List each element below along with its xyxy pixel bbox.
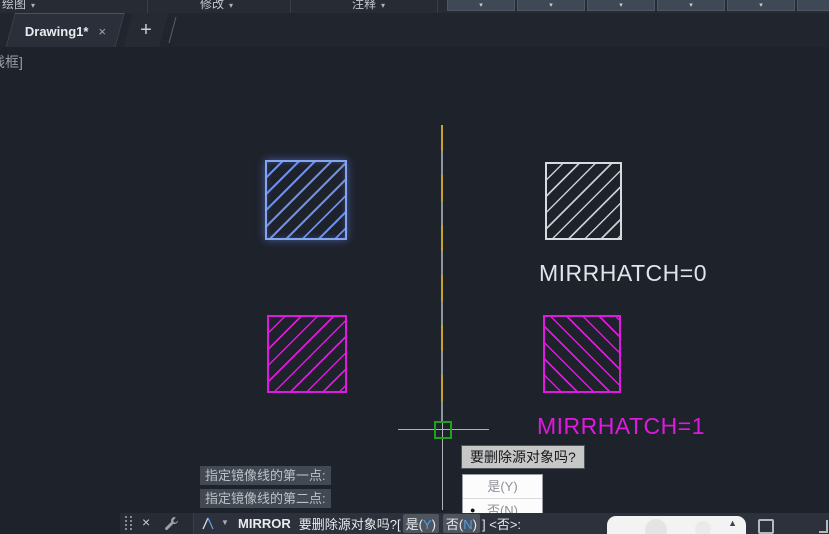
mirrhatch0-text[interactable]: MIRRHATCH=0 [539, 260, 707, 287]
chevron-down-icon: ▾ [479, 2, 483, 9]
keyword-yes-key: Y [423, 517, 432, 532]
tab-edge-decoration [169, 17, 177, 43]
ribbon-panel-annotate[interactable]: 注释 ▾ [352, 0, 385, 12]
hatch-square-source-top[interactable] [265, 160, 347, 240]
dynamic-input-icon[interactable] [200, 515, 217, 531]
close-icon[interactable]: × [142, 514, 150, 530]
dynamic-input-tooltip: 要删除源对象吗? [461, 445, 585, 469]
ribbon-gallery-button[interactable]: ▾ [727, 0, 795, 11]
chevron-down-icon: ▾ [381, 1, 385, 10]
expand-up-icon[interactable]: ▲ [728, 518, 737, 528]
chevron-down-icon: ▾ [759, 2, 763, 9]
hatch-square-mirrored-top[interactable] [545, 162, 622, 240]
recent-commands-caret-icon[interactable]: ▼ [221, 518, 229, 527]
keyword-yes-pre: 是( [406, 517, 423, 532]
ribbon-gallery-button[interactable]: ▾ [657, 0, 725, 11]
ribbon-gallery-button[interactable]: ▾ [447, 0, 515, 11]
ribbon-panel-modify[interactable]: 修改 ▾ [200, 0, 233, 12]
chevron-down-icon: ▾ [549, 2, 553, 9]
ribbon-panel-modify-label: 修改 [200, 0, 224, 11]
ribbon-divider [437, 0, 438, 13]
status-bar-partial-icon [819, 531, 828, 533]
tab-close-icon[interactable]: × [98, 24, 106, 39]
mirrhatch1-text[interactable]: MIRRHATCH=1 [537, 413, 705, 440]
chevron-down-icon: ▾ [31, 1, 35, 10]
dropdown-option-yes[interactable]: 是(Y) [463, 475, 542, 498]
keyword-yes-button[interactable]: 是(Y) [403, 514, 439, 533]
faded-circle-icon [695, 521, 711, 534]
prompt-text: 要删除源对象吗?[ [299, 514, 401, 533]
ribbon-gallery-button[interactable]: ▾ [797, 0, 829, 11]
ribbon-gallery-button[interactable]: ▾ [517, 0, 585, 11]
keyword-no-key: N [463, 517, 472, 532]
dropdown-option-yes-label: 是(Y) [487, 479, 517, 494]
ribbon-panel-annotate-label: 注释 [352, 0, 376, 11]
active-command-name: MIRROR [238, 516, 291, 531]
status-bar-square-icon[interactable] [758, 519, 774, 534]
wrench-icon[interactable] [164, 516, 179, 531]
drag-grip-icon[interactable] [125, 516, 133, 531]
keyword-yes-post: ) [432, 517, 436, 532]
ribbon-gallery-button[interactable]: ▾ [587, 0, 655, 11]
ribbon-divider [290, 0, 291, 13]
model-space-canvas[interactable] [0, 47, 829, 534]
ribbon-divider [147, 0, 148, 13]
command-prompt-text: MIRROR要删除源对象吗?[是(Y)否(N)] <否>: [238, 513, 521, 534]
chevron-down-icon: ▾ [229, 1, 233, 10]
new-tab-button[interactable]: + [123, 13, 168, 47]
faded-circle-icon [645, 519, 667, 534]
tab-drawing1-title: Drawing1* [25, 24, 89, 39]
plus-icon: + [128, 14, 164, 46]
mirror-axis-line [441, 125, 443, 423]
floating-panel-edge: ▲ [607, 516, 746, 534]
ribbon-strip: 绘图 ▾ 修改 ▾ 注释 ▾ ▾ ▾ ▾ ▾ ▾ ▾ [0, 0, 829, 13]
ribbon-panel-draw[interactable]: 绘图 ▾ [2, 0, 35, 12]
viewport-control-label[interactable]: 线框] [0, 52, 23, 72]
file-tab-bar: Drawing1* × + [0, 13, 829, 47]
prompt-history-line: 指定镜像线的第二点: [200, 489, 331, 508]
hatch-square-mirrored-bottom[interactable] [543, 315, 621, 393]
prompt-default-text: ] <否>: [482, 514, 521, 533]
pickbox-cursor [434, 421, 452, 439]
autocad-window: 绘图 ▾ 修改 ▾ 注释 ▾ ▾ ▾ ▾ ▾ ▾ ▾ Drawing1* × + 线框… [0, 0, 829, 534]
chevron-down-icon: ▾ [619, 2, 623, 9]
prompt-history-line: 指定镜像线的第一点: [200, 466, 331, 485]
tab-drawing1[interactable]: Drawing1* × [5, 13, 124, 48]
keyword-no-post: ) [473, 517, 477, 532]
hatch-square-source-bottom[interactable] [267, 315, 347, 393]
chevron-down-icon: ▾ [689, 2, 693, 9]
keyword-no-button[interactable]: 否(N) [443, 514, 480, 533]
ribbon-panel-draw-label: 绘图 [2, 0, 26, 11]
keyword-no-pre: 否( [446, 517, 463, 532]
